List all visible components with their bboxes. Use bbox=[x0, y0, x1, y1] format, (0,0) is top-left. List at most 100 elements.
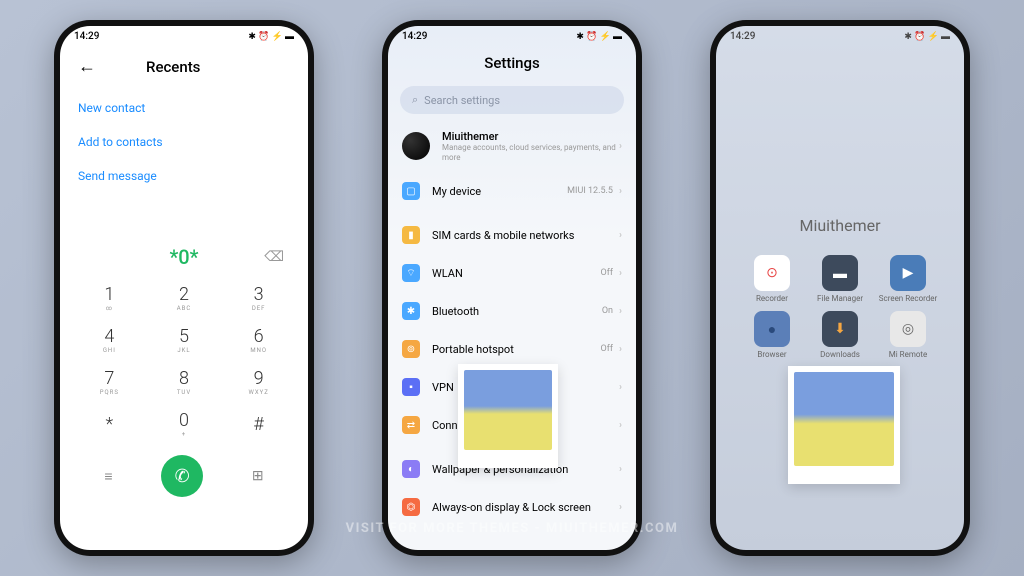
settings-item-value: MIUI 12.5.5 bbox=[567, 186, 613, 196]
dialer-bottom-bar: ≡ ✆ ⊞ bbox=[60, 445, 308, 507]
key-number: 0 bbox=[179, 410, 189, 431]
keypad-key-4[interactable]: 4GHI bbox=[72, 319, 147, 361]
chevron-right-icon: › bbox=[619, 382, 622, 393]
settings-item-value: Off bbox=[601, 344, 613, 354]
keypad-toggle-icon[interactable]: ⊞ bbox=[252, 468, 264, 484]
send-message-link[interactable]: Send message bbox=[60, 159, 308, 193]
settings-item-label: My device bbox=[432, 185, 567, 198]
theme-preview-image bbox=[788, 366, 900, 484]
settings-item-label: Always-on display & Lock screen bbox=[432, 501, 619, 514]
key-number: 6 bbox=[254, 326, 264, 347]
app-icon: ● bbox=[754, 311, 790, 347]
settings-item-value: Off bbox=[601, 268, 613, 278]
account-subtitle: Manage accounts, cloud services, payment… bbox=[442, 143, 619, 162]
key-number: 2 bbox=[179, 284, 189, 305]
call-button[interactable]: ✆ bbox=[161, 455, 203, 497]
settings-item-label: Portable hotspot bbox=[432, 343, 601, 356]
search-placeholder: Search settings bbox=[424, 94, 500, 107]
keypad-key-7[interactable]: 7PQRS bbox=[72, 361, 147, 403]
app-label: Browser bbox=[757, 350, 786, 359]
add-to-contacts-link[interactable]: Add to contacts bbox=[60, 125, 308, 159]
status-icons: ✱ ⏰ ⚡ ▬ bbox=[576, 31, 622, 42]
keypad-key-3[interactable]: 3DEF bbox=[221, 277, 296, 319]
status-icons: ✱ ⏰ ⚡ ▬ bbox=[248, 31, 294, 42]
settings-item-label: WLAN bbox=[432, 267, 601, 280]
key-letters: + bbox=[182, 431, 186, 438]
settings-item[interactable]: ⌔WLANOff› bbox=[388, 254, 636, 292]
phone-mockup-settings: 14:29 ✱ ⏰ ⚡ ▬ Settings ⌕ Search settings… bbox=[382, 20, 642, 556]
folder-grid: ⊙ Recorder ▬ File Manager ▶Screen Recorder ● B… bbox=[716, 255, 964, 359]
status-bar: 14:29 ✱ ⏰ ⚡ ▬ bbox=[60, 26, 308, 46]
status-icons: ✱ ⏰ ⚡ ▬ bbox=[904, 31, 950, 42]
app-icon: ⊙ bbox=[754, 255, 790, 291]
key-letters: MNO bbox=[250, 347, 267, 354]
app-label: Mi Remote bbox=[889, 350, 928, 359]
app-icon: ⬇ bbox=[822, 311, 858, 347]
chevron-right-icon: › bbox=[619, 344, 622, 355]
key-letters: JKL bbox=[177, 347, 190, 354]
status-time: 14:29 bbox=[730, 31, 755, 42]
search-input[interactable]: ⌕ Search settings bbox=[400, 86, 624, 114]
app-label: Screen Recorder bbox=[879, 294, 937, 303]
page-title: Recents bbox=[146, 58, 200, 76]
settings-item-icon: ▢ bbox=[402, 182, 420, 200]
chevron-right-icon: › bbox=[619, 502, 622, 513]
settings-item[interactable]: ▢My deviceMIUI 12.5.5› bbox=[388, 172, 636, 210]
theme-preview-image bbox=[458, 364, 558, 468]
settings-item[interactable]: ⊚ Portable hotspotOff › bbox=[388, 330, 636, 368]
keypad-key-2[interactable]: 2ABC bbox=[147, 277, 222, 319]
account-name: Miuithemer bbox=[442, 130, 619, 143]
keypad-key-9[interactable]: 9WXYZ bbox=[221, 361, 296, 403]
chevron-right-icon: › bbox=[619, 420, 622, 431]
account-item[interactable]: Miuithemer Manage accounts, cloud servic… bbox=[388, 120, 636, 172]
keypad-key-6[interactable]: 6MNO bbox=[221, 319, 296, 361]
app-recorder[interactable]: ⊙ Recorder bbox=[740, 255, 804, 303]
settings-item-value: On bbox=[602, 306, 613, 316]
key-number: 1 bbox=[104, 284, 114, 305]
app-browser[interactable]: ● Browser bbox=[740, 311, 804, 359]
back-arrow-icon[interactable]: ← bbox=[78, 56, 96, 77]
avatar bbox=[402, 132, 430, 160]
settings-item[interactable]: ✱BluetoothOn› bbox=[388, 292, 636, 330]
settings-item-icon: ⌔ bbox=[402, 264, 420, 282]
settings-item-label: Bluetooth bbox=[432, 305, 602, 318]
app-label: File Manager bbox=[817, 294, 863, 303]
backspace-icon[interactable]: ⌫ bbox=[264, 249, 284, 265]
settings-item-icon: ▪ bbox=[402, 378, 420, 396]
keypad-key-*[interactable]: * bbox=[72, 403, 147, 445]
key-number: 5 bbox=[179, 326, 189, 347]
keypad-key-1[interactable]: 1∞ bbox=[72, 277, 147, 319]
app-downloads[interactable]: ⬇ Downloads bbox=[808, 311, 872, 359]
key-letters: GHI bbox=[103, 347, 116, 354]
keypad-key-0[interactable]: 0+ bbox=[147, 403, 222, 445]
keypad-key-5[interactable]: 5JKL bbox=[147, 319, 222, 361]
menu-icon[interactable]: ≡ bbox=[104, 468, 112, 485]
key-letters: DEF bbox=[252, 305, 266, 312]
dial-display: *0* ⌫ bbox=[60, 233, 308, 277]
settings-item-label: SIM cards & mobile networks bbox=[432, 229, 619, 242]
settings-item[interactable]: ▮SIM cards & mobile networks› bbox=[388, 216, 636, 254]
phone-icon: ✆ bbox=[175, 466, 190, 487]
chevron-right-icon: › bbox=[619, 464, 622, 475]
status-bar: 14:29 ✱ ⏰ ⚡ ▬ bbox=[716, 26, 964, 46]
key-number: 4 bbox=[104, 326, 114, 347]
settings-item-icon: ⇄ bbox=[402, 416, 420, 434]
dialed-number: *0* bbox=[169, 245, 198, 269]
app-label: Recorder bbox=[756, 294, 788, 303]
keypad: 1∞2ABC3DEF4GHI5JKL6MNO7PQRS8TUV9WXYZ*0+# bbox=[60, 277, 308, 445]
app-icon: ▬ bbox=[822, 255, 858, 291]
new-contact-link[interactable]: New contact bbox=[60, 91, 308, 125]
app-mi-remote[interactable]: ◎Mi Remote bbox=[876, 311, 940, 359]
settings-item-icon: ✱ bbox=[402, 302, 420, 320]
app-file-manager[interactable]: ▬ File Manager bbox=[808, 255, 872, 303]
settings-item-icon: ◐ bbox=[402, 460, 420, 478]
app-screen-recorder[interactable]: ▶Screen Recorder bbox=[876, 255, 940, 303]
chevron-right-icon: › bbox=[619, 141, 622, 152]
keypad-key-#[interactable]: # bbox=[221, 403, 296, 445]
settings-item[interactable]: ⏣Always-on display & Lock screen› bbox=[388, 488, 636, 526]
keypad-key-8[interactable]: 8TUV bbox=[147, 361, 222, 403]
settings-item-icon: ⊚ bbox=[402, 340, 420, 358]
key-letters: TUV bbox=[177, 389, 191, 396]
app-label: Downloads bbox=[820, 350, 860, 359]
phone-mockup-dialer: 14:29 ✱ ⏰ ⚡ ▬ ← Recents New contact Add … bbox=[54, 20, 314, 556]
